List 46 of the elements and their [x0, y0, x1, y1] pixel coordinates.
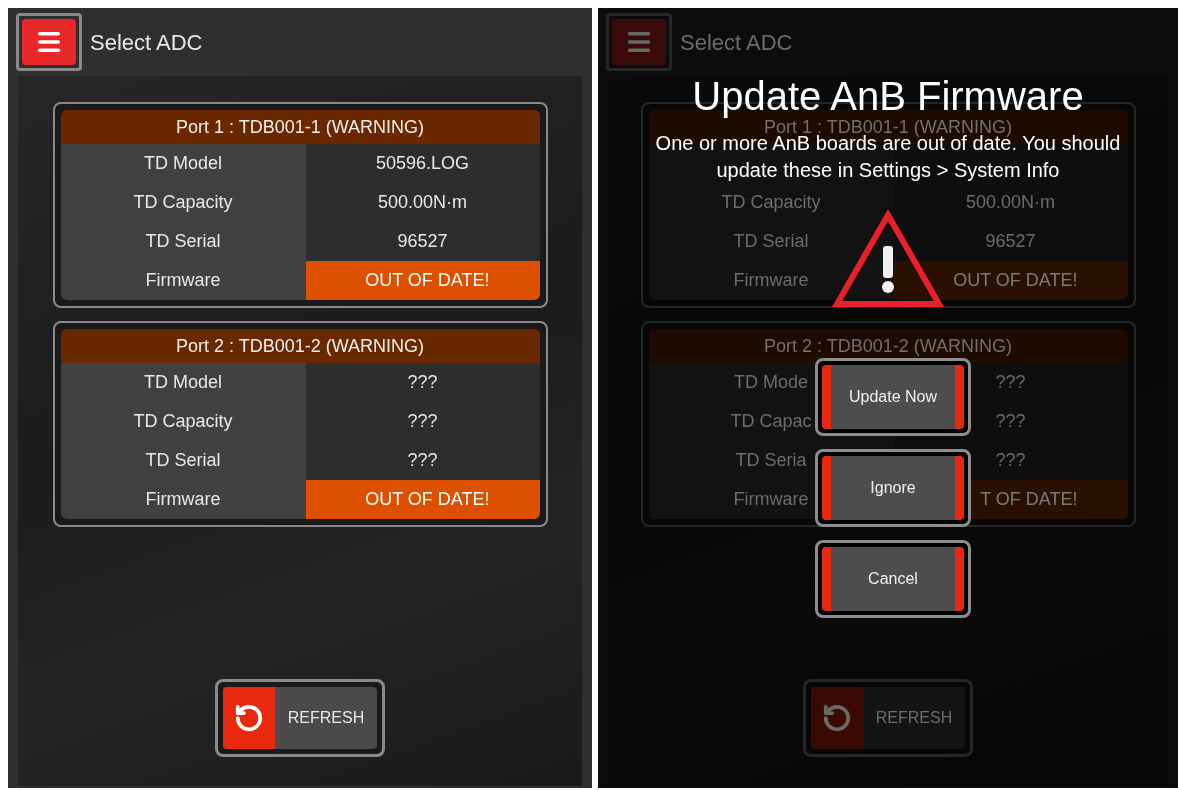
refresh-icon	[822, 703, 852, 733]
row-value: ???	[995, 410, 1026, 433]
port-title: Port 1 : TDB001-1 (WARNING)	[175, 115, 425, 139]
row-value: 500.00N·m	[965, 191, 1055, 214]
warning-icon	[832, 210, 944, 308]
row-label: TD Serial	[145, 230, 221, 253]
row-value: OUT OF DATE!	[365, 488, 490, 511]
row-label: Firmware	[733, 488, 809, 511]
dialog-button[interactable]: Cancel	[822, 547, 964, 611]
row-label: TD Capacity	[721, 191, 821, 214]
row-value: ???	[407, 449, 438, 472]
row-value: 96527	[985, 230, 1036, 253]
row-value: ???	[995, 371, 1026, 394]
row-label: TD Mode	[734, 371, 808, 394]
screen-title: Select ADC	[90, 28, 203, 57]
refresh-button[interactable]: REFRESH	[223, 687, 377, 749]
menu-button[interactable]	[22, 19, 76, 65]
row-value: ???	[407, 371, 438, 394]
row-value: 50596.LOG	[375, 152, 470, 175]
row-value: ???	[407, 410, 438, 433]
row-label: TD Serial	[733, 230, 809, 253]
dialog-button[interactable]: Ignore	[822, 456, 964, 520]
port-title: Port 2 : TDB001-2 (WARNING)	[175, 334, 425, 358]
row-label: TD Capacity	[133, 191, 233, 214]
row-label: Firmware	[145, 488, 221, 511]
row-value: OUT OF DATE!	[365, 269, 490, 292]
port-title: Port 2 : TDB001-2 (WARNING)	[763, 334, 1013, 358]
row-label: Firmware	[145, 269, 221, 292]
row-value: T OF DATE!	[980, 488, 1078, 511]
row-label: TD Model	[144, 152, 222, 175]
row-label: TD Capac	[730, 410, 812, 433]
menu-button[interactable]	[612, 19, 666, 65]
row-label: Firmware	[733, 269, 809, 292]
dialog-button[interactable]: Update Now	[822, 365, 964, 429]
row-label: TD Capacity	[133, 410, 233, 433]
row-value: OUT OF DATE!	[953, 269, 1078, 292]
refresh-icon	[234, 703, 264, 733]
row-value: ???	[995, 449, 1026, 472]
row-label: TD Serial	[145, 449, 221, 472]
row-value: 96527	[397, 230, 448, 253]
dialog-title: Update AnB Firmware	[692, 74, 1084, 118]
row-value: 500.00N·m	[377, 191, 467, 214]
row-label: TD Seria	[735, 449, 807, 472]
refresh-button[interactable]: REFRESH	[811, 687, 965, 749]
screen-title: Select ADC	[680, 28, 793, 57]
row-label: TD Model	[144, 371, 222, 394]
